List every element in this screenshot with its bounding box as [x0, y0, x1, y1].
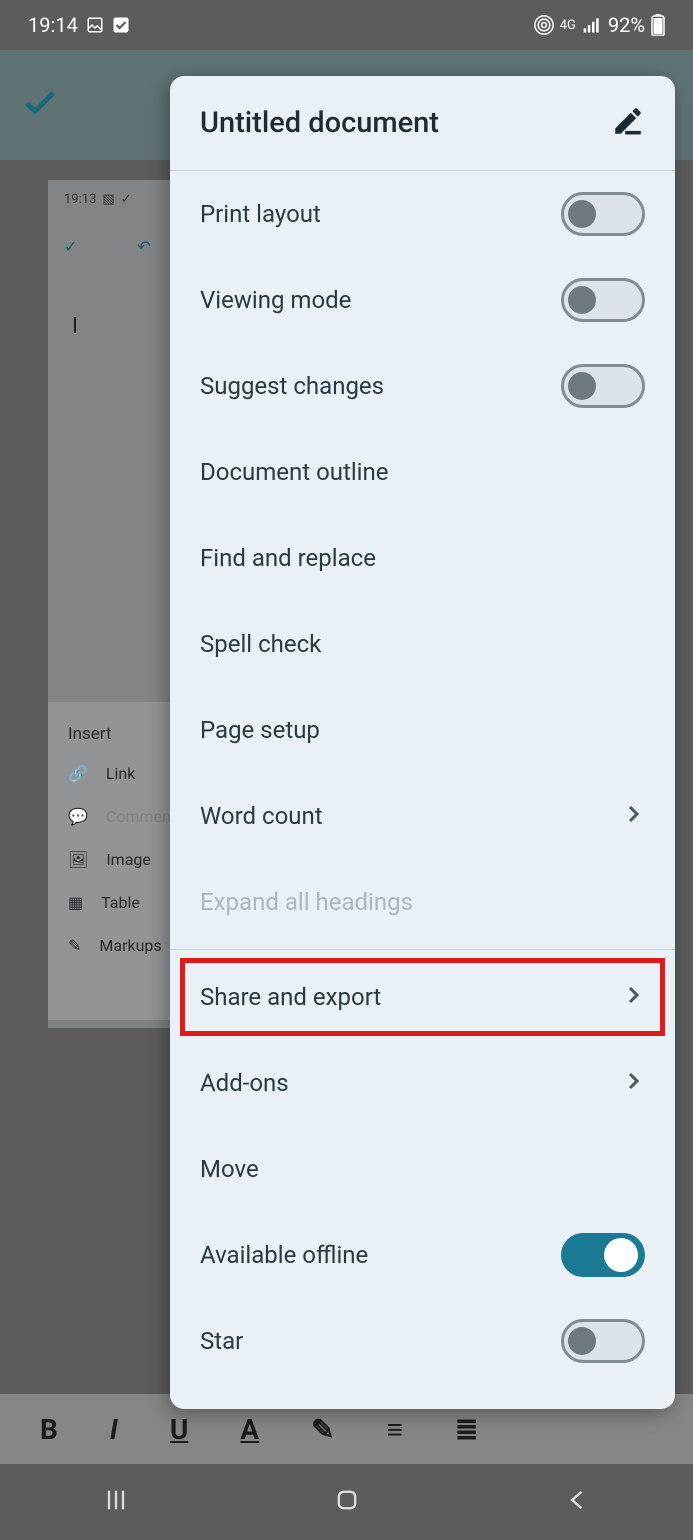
menu-label: Expand all headings [200, 888, 413, 916]
menu-item-add-ons[interactable]: Add-ons [170, 1040, 675, 1126]
link-icon: 🔗 [68, 764, 88, 783]
toggle-star[interactable] [561, 1319, 645, 1363]
checkbox-icon: ✓ [121, 192, 132, 207]
menu-item-page-setup[interactable]: Page setup [170, 687, 675, 773]
italic-icon: I [110, 1413, 118, 1446]
menu-separator [170, 949, 675, 950]
menu-item-document-outline[interactable]: Document outline [170, 429, 675, 515]
hotspot-icon [534, 15, 554, 35]
status-time: 19:14 [28, 13, 78, 37]
menu-label: Available offline [200, 1241, 368, 1269]
align-icon: ≡ [387, 1413, 403, 1446]
text-color-icon: A [240, 1413, 259, 1446]
image-icon: ▧ [102, 192, 114, 207]
status-left: 19:14 [28, 13, 130, 37]
menu-label: Star [200, 1327, 243, 1355]
menu-item-print-layout[interactable]: Print layout [170, 171, 675, 257]
recents-icon[interactable] [102, 1486, 130, 1518]
toggle-viewing-mode[interactable] [561, 278, 645, 322]
menu-label: Document outline [200, 458, 388, 486]
menu-item-suggest-changes[interactable]: Suggest changes [170, 343, 675, 429]
document-title: Untitled document [200, 106, 439, 140]
battery-icon [651, 14, 665, 36]
menu-item-available-offline[interactable]: Available offline [170, 1212, 675, 1298]
toggle-suggest-changes[interactable] [561, 364, 645, 408]
network-type: 4G [560, 19, 576, 32]
overflow-menu-panel: Untitled document Print layout Viewing mo… [170, 76, 675, 1409]
menu-item-move[interactable]: Move [170, 1126, 675, 1212]
menu-item-share-and-export[interactable]: Share and export [170, 954, 675, 1040]
underline-icon: U [170, 1413, 188, 1446]
menu-label: Page setup [200, 716, 320, 744]
comment-icon: 💬 [68, 807, 88, 826]
menu-item-word-count[interactable]: Word count [170, 773, 675, 859]
check-icon: ✓ [64, 237, 77, 256]
android-nav-bar [0, 1464, 693, 1540]
menu-label: Find and replace [200, 544, 376, 572]
toggle-available-offline[interactable] [561, 1233, 645, 1277]
check-icon [20, 83, 60, 127]
menu-item-expand-all-headings: Expand all headings [170, 859, 675, 945]
battery-percent: 92% [608, 13, 645, 37]
menu-item-spell-check[interactable]: Spell check [170, 601, 675, 687]
menu-label: Print layout [200, 200, 321, 228]
toggle-print-layout[interactable] [561, 192, 645, 236]
status-right: 4G 92% [534, 13, 665, 37]
menu-item-find-and-replace[interactable]: Find and replace [170, 515, 675, 601]
home-icon[interactable] [333, 1486, 361, 1518]
status-bar: 19:14 4G 92% [0, 0, 693, 50]
chevron-right-icon [621, 802, 645, 830]
menu-label: Spell check [200, 630, 321, 658]
checkbox-icon [112, 16, 130, 34]
menu-label: Suggest changes [200, 372, 384, 400]
table-icon: ▦ [68, 893, 83, 912]
menu-label: Add-ons [200, 1069, 289, 1097]
chevron-right-icon [621, 1069, 645, 1097]
menu-label: Move [200, 1155, 259, 1183]
menu-label: Share and export [200, 983, 381, 1011]
menu-label: Word count [200, 802, 323, 830]
menu-item-viewing-mode[interactable]: Viewing mode [170, 257, 675, 343]
image-icon: 🖼 [68, 850, 88, 869]
menu-item-star[interactable]: Star [170, 1298, 675, 1384]
menu-label: Viewing mode [200, 286, 351, 314]
undo-icon: ↶ [137, 237, 150, 256]
rename-icon[interactable] [611, 104, 645, 142]
chevron-right-icon [621, 983, 645, 1011]
list-icon: ≣ [455, 1413, 478, 1446]
bold-icon: B [40, 1413, 58, 1446]
highlight-icon: ✎ [311, 1413, 334, 1446]
image-icon [86, 16, 104, 34]
back-icon[interactable] [564, 1486, 592, 1518]
signal-icon [582, 15, 602, 35]
menu-header: Untitled document [170, 76, 675, 171]
markups-icon: ✎ [68, 936, 81, 955]
menu-body: Print layout Viewing mode Suggest changes D… [170, 171, 675, 1409]
bg-mini-time: 19:13 [64, 192, 96, 207]
